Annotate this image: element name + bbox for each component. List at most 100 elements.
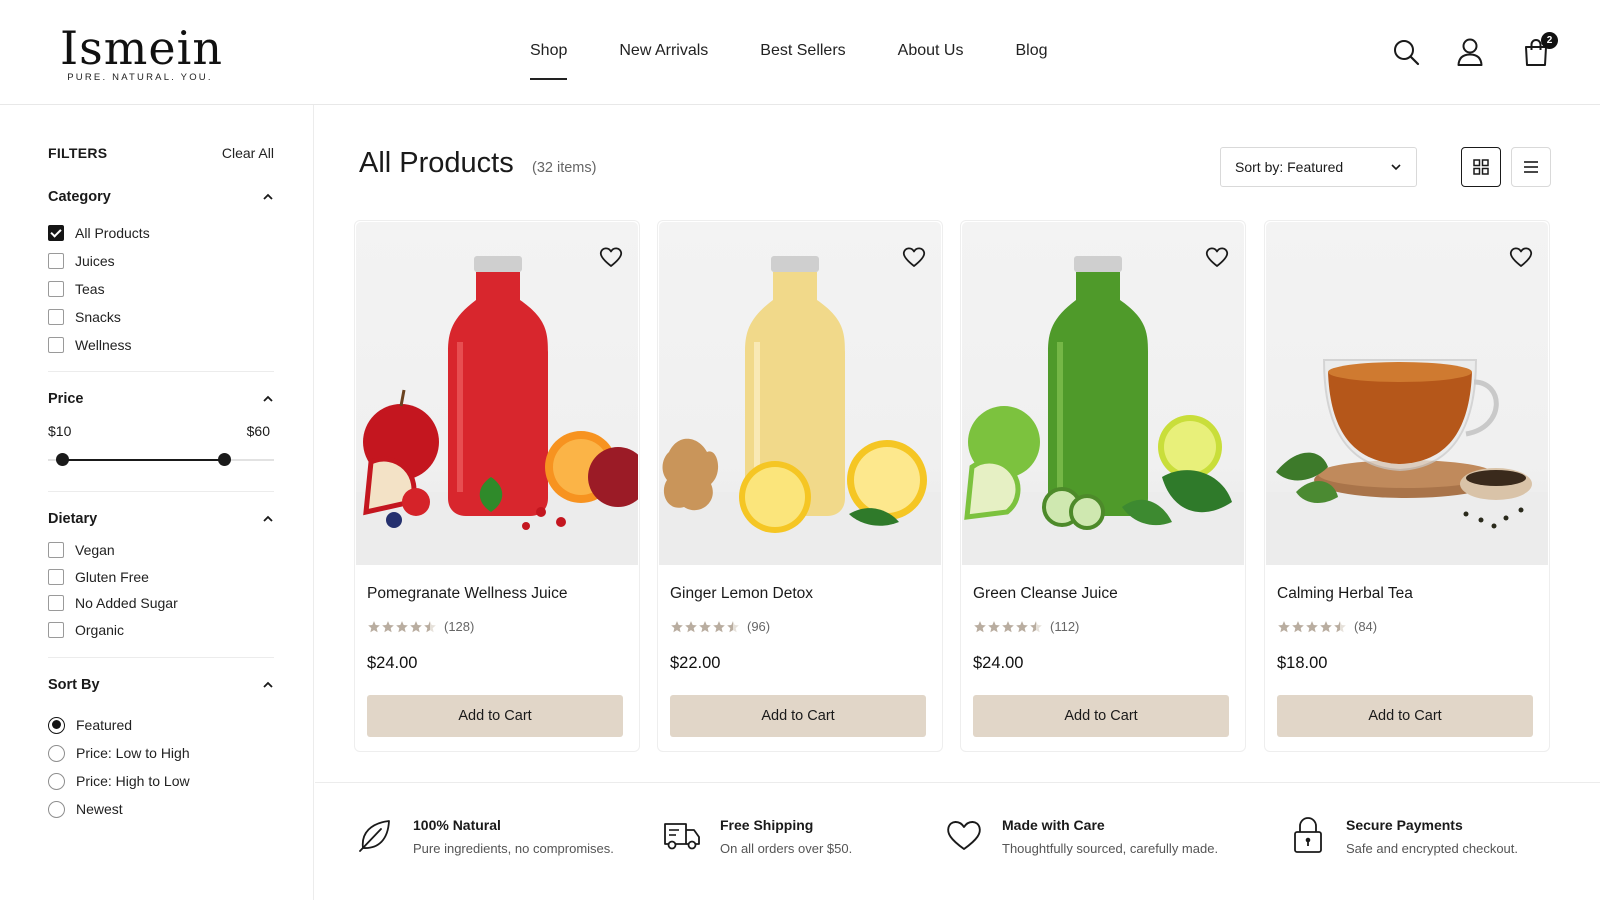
add-to-cart-button[interactable]: Add to Cart: [367, 695, 623, 737]
nav-shop[interactable]: Shop: [530, 42, 568, 82]
chevron-up-icon[interactable]: [262, 191, 274, 203]
grid-view-button[interactable]: [1461, 147, 1501, 187]
nav-blog[interactable]: Blog: [1015, 42, 1047, 82]
feature-title: Made with Care: [1002, 817, 1105, 833]
dietary-option-vegan[interactable]: Vegan: [48, 537, 274, 564]
star-icon: [685, 620, 697, 632]
checkbox[interactable]: [48, 225, 64, 241]
sort-option-price-low-high[interactable]: Price: Low to High: [48, 739, 274, 767]
product-image-yellow-juice-bottle[interactable]: [659, 222, 941, 565]
checkbox[interactable]: [48, 337, 64, 353]
checkbox[interactable]: [48, 568, 64, 585]
add-to-cart-button[interactable]: Add to Cart: [1277, 695, 1533, 737]
nav-new-arrivals[interactable]: New Arrivals: [619, 42, 708, 82]
price-header[interactable]: Price: [48, 389, 274, 409]
dietary-option-organic[interactable]: Organic: [48, 617, 274, 644]
star-rating: [1277, 620, 1347, 634]
nav-best-sellers[interactable]: Best Sellers: [760, 42, 845, 82]
star-icon: [1306, 620, 1318, 632]
item-count: (32 items): [532, 160, 597, 176]
product-card[interactable]: Calming Herbal Tea (84) $18.00 Add to Ca…: [1264, 220, 1550, 752]
search-icon[interactable]: [1390, 36, 1422, 68]
sort-filter: Sort By Featured Price: Low to High Pric…: [48, 675, 274, 823]
add-to-cart-button[interactable]: Add to Cart: [670, 695, 926, 737]
add-to-cart-button[interactable]: Add to Cart: [973, 695, 1229, 737]
option-label: Newest: [76, 801, 123, 817]
product-image-red-juice-bottle[interactable]: [356, 222, 638, 565]
feature-subtitle: Safe and encrypted checkout.: [1346, 841, 1519, 856]
chevron-up-icon[interactable]: [262, 393, 274, 405]
star-icon: [1320, 620, 1332, 632]
product-rating: (84): [1277, 619, 1377, 634]
product-card[interactable]: Green Cleanse Juice (112) $24.00 Add to …: [960, 220, 1246, 752]
radio-button[interactable]: [48, 716, 65, 734]
star-icon: [713, 620, 725, 632]
truck-icon: [664, 823, 700, 850]
category-option-wellness[interactable]: Wellness: [48, 331, 274, 359]
option-label: Vegan: [75, 542, 115, 559]
wishlist-heart-icon[interactable]: [901, 244, 927, 270]
price-range-slider[interactable]: [48, 453, 274, 467]
list-view-button[interactable]: [1511, 147, 1551, 187]
option-label: Snacks: [75, 309, 121, 325]
cart-icon[interactable]: 2: [1520, 32, 1558, 68]
star-icon: [974, 620, 986, 632]
sort-option-price-high-low[interactable]: Price: High to Low: [48, 767, 274, 795]
dietary-option-no-added-sugar[interactable]: No Added Sugar: [48, 590, 274, 617]
sort-dropdown-label: Sort by: Featured: [1235, 159, 1344, 175]
option-label: Featured: [76, 717, 133, 733]
price-filter: Price $10 $60: [48, 389, 274, 467]
category-header[interactable]: Category: [48, 187, 274, 207]
checkbox[interactable]: [48, 542, 64, 559]
radio-button[interactable]: [48, 772, 65, 790]
brand-logo[interactable]: Ismein PURE. NATURAL. YOU.: [60, 22, 222, 83]
checkbox[interactable]: [48, 309, 64, 325]
feature-natural: 100% Natural Pure ingredients, no compro…: [355, 815, 614, 856]
product-card[interactable]: Ginger Lemon Detox (96) $22.00 Add to Ca…: [657, 220, 943, 752]
product-rating: (128): [367, 619, 474, 634]
checkbox[interactable]: [48, 281, 64, 297]
dietary-header[interactable]: Dietary: [48, 509, 274, 529]
radio-button[interactable]: [48, 800, 65, 818]
wishlist-heart-icon[interactable]: [1204, 244, 1230, 270]
dietary-option-gluten-free[interactable]: Gluten Free: [48, 564, 274, 591]
chevron-up-icon[interactable]: [262, 679, 274, 691]
leaf-icon: [359, 820, 390, 852]
sort-option-featured[interactable]: Featured: [48, 711, 274, 739]
category-option-snacks[interactable]: Snacks: [48, 303, 274, 331]
product-price: $18.00: [1277, 654, 1328, 672]
star-icon: [410, 620, 422, 632]
chevron-up-icon[interactable]: [262, 513, 274, 525]
category-title: Category: [48, 189, 111, 205]
checkbox[interactable]: [48, 595, 64, 612]
wishlist-heart-icon[interactable]: [1508, 244, 1534, 270]
option-label: Wellness: [75, 337, 132, 353]
star-icon: [1278, 620, 1290, 632]
clear-all-button[interactable]: Clear All: [222, 145, 274, 161]
product-name[interactable]: Ginger Lemon Detox: [670, 585, 813, 603]
sort-option-newest[interactable]: Newest: [48, 795, 274, 823]
star-icon: [1292, 620, 1304, 632]
category-option-juices[interactable]: Juices: [48, 247, 274, 275]
sort-header[interactable]: Sort By: [48, 675, 274, 695]
product-name[interactable]: Green Cleanse Juice: [973, 585, 1118, 603]
slider-max-handle[interactable]: [218, 453, 231, 466]
product-card[interactable]: Pomegranate Wellness Juice (128) $24.00 …: [354, 220, 640, 752]
star-icon: [1002, 620, 1014, 632]
product-image-green-juice-bottle[interactable]: [962, 222, 1244, 565]
product-image-tea-cup[interactable]: [1266, 222, 1548, 565]
radio-button[interactable]: [48, 744, 65, 762]
checkbox[interactable]: [48, 253, 64, 269]
star-rating: [973, 620, 1043, 634]
product-name[interactable]: Calming Herbal Tea: [1277, 585, 1413, 603]
wishlist-heart-icon[interactable]: [598, 244, 624, 270]
product-name[interactable]: Pomegranate Wellness Juice: [367, 585, 567, 603]
category-option-teas[interactable]: Teas: [48, 275, 274, 303]
checkbox[interactable]: [48, 621, 64, 638]
category-option-all-products[interactable]: All Products: [48, 219, 274, 247]
sort-dropdown[interactable]: Sort by: Featured: [1220, 147, 1417, 187]
feature-shipping: Free Shipping On all orders over $50.: [662, 815, 852, 856]
slider-min-handle[interactable]: [56, 453, 69, 466]
nav-about-us[interactable]: About Us: [898, 42, 964, 82]
account-icon[interactable]: [1454, 36, 1486, 68]
